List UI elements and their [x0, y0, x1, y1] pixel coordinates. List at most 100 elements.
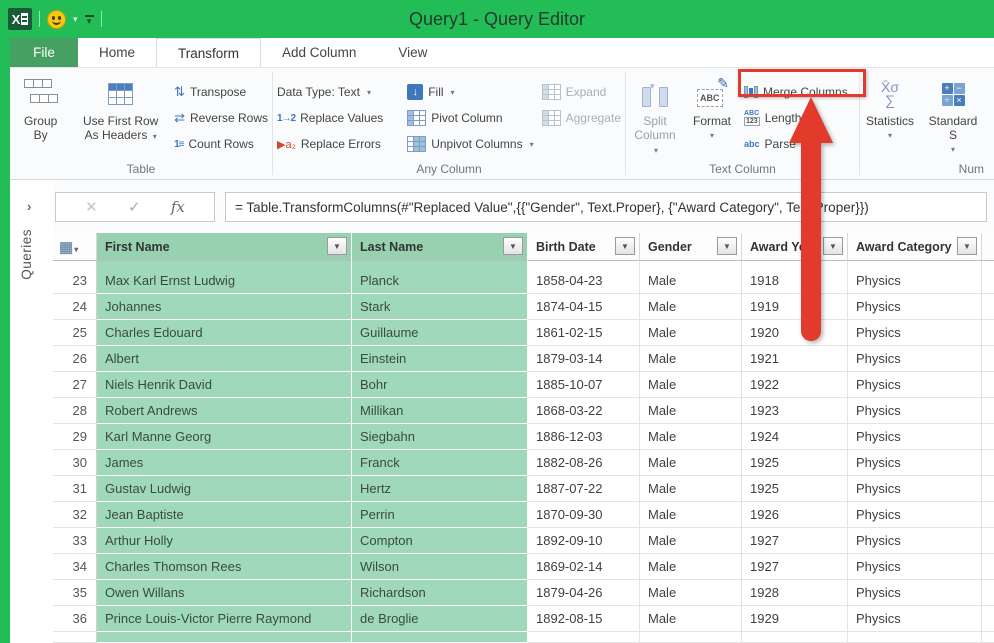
row-number[interactable]: 24 [53, 294, 97, 320]
table-cell[interactable]: 1892-08-15 [528, 606, 640, 632]
unpivot-columns-button[interactable]: Unpivot Columns ▾ [403, 131, 537, 157]
tab-home[interactable]: Home [78, 38, 156, 67]
table-cell[interactable]: 1925 [742, 450, 848, 476]
table-cell[interactable]: Stark [352, 294, 528, 320]
column-header-first-name[interactable]: First Name ▼ [97, 233, 352, 261]
row-number[interactable]: 23 [53, 268, 97, 294]
table-cell[interactable]: Physics [848, 268, 982, 294]
table-cell[interactable]: Physics [848, 476, 982, 502]
count-rows-button[interactable]: 1≡ Count Rows [170, 131, 272, 157]
table-cell[interactable]: Male [640, 502, 742, 528]
table-cell[interactable]: Einstein [352, 346, 528, 372]
table-cell[interactable]: Siegbahn [352, 424, 528, 450]
fill-button[interactable]: ↓ Fill ▾ [403, 79, 537, 105]
table-cell[interactable]: 1928 [742, 580, 848, 606]
table-cell[interactable]: James [97, 450, 352, 476]
table-cell[interactable]: 1926 [742, 502, 848, 528]
table-cell[interactable]: de Broglie [352, 606, 528, 632]
aggregate-button[interactable]: Aggregate [538, 105, 625, 131]
table-cell[interactable]: Physics [848, 372, 982, 398]
table-cell[interactable]: 1892-09-10 [528, 528, 640, 554]
table-cell[interactable]: Charles Thomson Rees [97, 554, 352, 580]
transpose-button[interactable]: ⇅ Transpose [170, 79, 272, 105]
replace-errors-button[interactable]: ▶a₂ Replace Errors [273, 131, 403, 157]
table-cell[interactable]: 1927 [742, 528, 848, 554]
table-cell[interactable]: Physics [848, 424, 982, 450]
table-cell[interactable]: 1925 [742, 476, 848, 502]
table-cell[interactable]: Physics [848, 450, 982, 476]
table-cell[interactable]: Hertz [352, 476, 528, 502]
row-number[interactable]: 31 [53, 476, 97, 502]
table-cell[interactable]: 1887-07-22 [528, 476, 640, 502]
table-cell[interactable]: Max Karl Ernst Ludwig [97, 268, 352, 294]
table-cell[interactable]: Bohr [352, 372, 528, 398]
table-cell[interactable]: 1885-10-07 [528, 372, 640, 398]
table-cell[interactable]: Planck [352, 268, 528, 294]
table-cell[interactable]: Male [640, 372, 742, 398]
table-cell[interactable]: 1922 [742, 372, 848, 398]
table-cell[interactable]: Male [640, 346, 742, 372]
table-cell[interactable]: 1869-02-14 [528, 554, 640, 580]
table-cell[interactable]: Male [640, 294, 742, 320]
filter-dropdown-icon[interactable]: ▼ [327, 237, 347, 255]
filter-dropdown-icon[interactable]: ▼ [615, 237, 635, 255]
table-cell[interactable]: Male [640, 268, 742, 294]
table-cell[interactable]: 1923 [742, 398, 848, 424]
table-cell[interactable]: 1879-03-14 [528, 346, 640, 372]
table-cell[interactable]: Compton [352, 528, 528, 554]
table-cell[interactable]: 1868-03-22 [528, 398, 640, 424]
row-number[interactable]: 35 [53, 580, 97, 606]
replace-values-button[interactable]: 1→2 Replace Values [273, 105, 403, 131]
formula-input[interactable]: = Table.TransformColumns(#"Replaced Valu… [225, 192, 987, 222]
row-number[interactable]: 27 [53, 372, 97, 398]
table-cell[interactable]: Male [640, 476, 742, 502]
row-number[interactable]: 36 [53, 606, 97, 632]
table-cell[interactable]: Male [640, 320, 742, 346]
table-cell[interactable]: Male [640, 398, 742, 424]
row-number[interactable]: 26 [53, 346, 97, 372]
table-cell[interactable]: Physics [848, 528, 982, 554]
table-cell[interactable]: 1921 [742, 346, 848, 372]
commit-formula-icon[interactable]: ✓ [128, 198, 141, 216]
table-cell[interactable]: Physics [848, 502, 982, 528]
tab-add-column[interactable]: Add Column [261, 38, 377, 67]
table-cell[interactable]: Male [640, 554, 742, 580]
reverse-rows-button[interactable]: ⇄ Reverse Rows [170, 105, 272, 131]
table-cell[interactable]: Perrin [352, 502, 528, 528]
table-cell[interactable]: Gustav Ludwig [97, 476, 352, 502]
table-cell[interactable]: 1858-04-23 [528, 268, 640, 294]
pivot-column-button[interactable]: Pivot Column [403, 105, 537, 131]
table-cell[interactable]: 1929 [742, 606, 848, 632]
row-number[interactable]: 25 [53, 320, 97, 346]
table-cell[interactable]: Physics [848, 398, 982, 424]
table-cell[interactable]: Jean Baptiste [97, 502, 352, 528]
table-cell[interactable]: Owen Willans [97, 580, 352, 606]
table-cell[interactable]: Arthur Holly [97, 528, 352, 554]
table-cell[interactable]: Male [640, 606, 742, 632]
column-header-birth-date[interactable]: Birth Date ▼ [528, 233, 640, 261]
table-cell[interactable]: 1927 [742, 554, 848, 580]
table-cell[interactable]: Charles Edouard [97, 320, 352, 346]
table-cell[interactable]: 1924 [742, 424, 848, 450]
row-number[interactable]: 30 [53, 450, 97, 476]
table-cell[interactable]: Physics [848, 346, 982, 372]
table-cell[interactable]: Robert Andrews [97, 398, 352, 424]
table-cell[interactable]: Prince Louis-Victor Pierre Raymond [97, 606, 352, 632]
table-cell[interactable]: Physics [848, 320, 982, 346]
table-cell[interactable]: 1874-04-15 [528, 294, 640, 320]
filter-dropdown-icon[interactable]: ▼ [717, 237, 737, 255]
select-all-corner[interactable]: ▦ ▾ [53, 233, 97, 261]
table-cell[interactable]: Guillaume [352, 320, 528, 346]
table-cell[interactable]: 1861-02-15 [528, 320, 640, 346]
expand-button[interactable]: Expand [538, 79, 625, 105]
table-cell[interactable]: Albert [97, 346, 352, 372]
table-cell[interactable]: 1886-12-03 [528, 424, 640, 450]
column-header-gender[interactable]: Gender ▼ [640, 233, 742, 261]
tab-transform[interactable]: Transform [156, 38, 261, 67]
cancel-formula-icon[interactable]: ✕ [85, 198, 98, 216]
row-number[interactable]: 34 [53, 554, 97, 580]
table-cell[interactable]: Male [640, 580, 742, 606]
filter-dropdown-icon[interactable]: ▼ [503, 237, 523, 255]
table-cell[interactable]: Wilson [352, 554, 528, 580]
tab-view[interactable]: View [377, 38, 448, 67]
